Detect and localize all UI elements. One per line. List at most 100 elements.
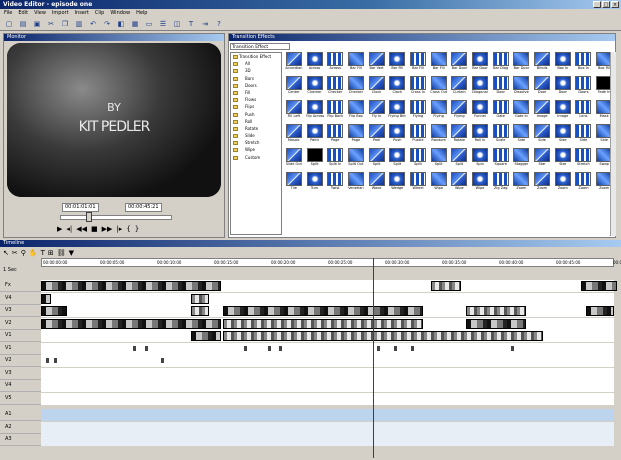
effect-category-dropdown[interactable]: Transition Effect xyxy=(230,43,290,50)
keyframe-marker[interactable] xyxy=(54,358,57,363)
tree-item[interactable]: Flips xyxy=(231,103,281,110)
tree-item[interactable]: 3D xyxy=(231,67,281,74)
redo-icon[interactable]: ↷ xyxy=(101,17,113,30)
effect-tile[interactable]: Checker xyxy=(346,76,366,99)
menu-clip[interactable]: Clip xyxy=(95,9,104,17)
effect-tile[interactable]: Bar Fill xyxy=(429,52,449,75)
tree-item[interactable]: Roll xyxy=(231,118,281,125)
effect-tile[interactable]: Across xyxy=(325,52,345,75)
tree-item[interactable]: Doors xyxy=(231,82,281,89)
effect-tile[interactable]: Rotate xyxy=(450,124,470,147)
effect-tile[interactable]: Split xyxy=(367,148,387,171)
effect-tile[interactable]: Push xyxy=(387,124,407,147)
effect-tile[interactable]: Dissolve xyxy=(512,76,532,99)
track-lane[interactable] xyxy=(41,317,614,330)
menu-import[interactable]: Import xyxy=(52,9,69,17)
help-icon[interactable]: ? xyxy=(213,17,225,30)
video-clip[interactable] xyxy=(466,306,526,316)
track-lane[interactable] xyxy=(41,421,614,434)
effect-tile[interactable]: Stretch xyxy=(574,148,594,171)
effect-tile[interactable]: Flying Blind xyxy=(387,100,407,123)
copy-icon[interactable]: ❐ xyxy=(59,17,71,30)
step-back-icon[interactable]: ◂| xyxy=(66,225,72,233)
play-icon[interactable]: ▶ xyxy=(57,225,62,233)
menu-help[interactable]: Help xyxy=(136,9,147,17)
effect-tile[interactable]: Split xyxy=(429,148,449,171)
timeline-track[interactable]: V4 xyxy=(0,380,614,392)
effect-tile[interactable]: Box In xyxy=(553,52,573,75)
track-lane[interactable] xyxy=(41,292,614,305)
effect-tile[interactable]: Diagonal xyxy=(470,76,490,99)
keyframe-marker[interactable] xyxy=(268,345,271,351)
select-tool-icon[interactable]: ↖ xyxy=(3,249,9,257)
effect-tile[interactable]: Cross In xyxy=(408,76,428,99)
export-icon[interactable]: ⇥ xyxy=(199,17,211,30)
title-tool-icon[interactable]: T xyxy=(185,17,197,30)
effect-tile[interactable]: Split xyxy=(408,148,428,171)
effect-tile[interactable]: Wipe xyxy=(429,172,449,195)
effect-tile[interactable]: Across xyxy=(305,52,325,75)
tree-item[interactable]: Slide xyxy=(231,132,281,139)
effect-tile[interactable]: Clock xyxy=(387,76,407,99)
effect-tile[interactable]: Paint xyxy=(305,124,325,147)
effect-tile[interactable]: Split In xyxy=(325,148,345,171)
tree-item[interactable]: Transition Effect xyxy=(231,53,281,60)
effect-tile[interactable]: Fill Left xyxy=(284,100,304,123)
effect-tile[interactable]: Wipe xyxy=(470,172,490,195)
cut-icon[interactable]: ✂ xyxy=(45,17,57,30)
timeline-window-icon[interactable]: ☰ xyxy=(157,17,169,30)
video-clip[interactable] xyxy=(191,293,209,304)
effect-tile[interactable]: Star xyxy=(532,148,552,171)
effect-tile[interactable]: Slide Out xyxy=(284,148,304,171)
close-button[interactable]: × xyxy=(611,1,619,8)
video-clip[interactable] xyxy=(191,306,209,316)
tree-item[interactable]: Push xyxy=(231,111,281,118)
effects-window-icon[interactable]: ◫ xyxy=(171,17,183,30)
timeline-track[interactable]: Fx xyxy=(0,280,617,292)
effect-tile[interactable]: Wipe xyxy=(450,172,470,195)
effect-tile[interactable]: Clock xyxy=(367,76,387,99)
track-lane[interactable] xyxy=(41,280,617,292)
effect-tile[interactable]: Page xyxy=(346,124,366,147)
timeline-track[interactable]: V3 xyxy=(0,305,614,317)
video-clip[interactable] xyxy=(41,281,221,291)
effects-scrollbar[interactable] xyxy=(610,52,616,236)
menu-edit[interactable]: Edit xyxy=(18,9,28,17)
snap-icon[interactable]: ⊞ xyxy=(48,249,54,257)
open-icon[interactable]: ▤ xyxy=(17,17,29,30)
effect-tile[interactable]: Flip Box xyxy=(346,100,366,123)
effect-tile[interactable]: Page xyxy=(325,124,345,147)
effect-tile[interactable]: Accordion xyxy=(284,52,304,75)
menu-file[interactable]: File xyxy=(4,9,12,17)
tree-item[interactable]: Custom xyxy=(231,154,281,161)
effect-tile[interactable]: Funnel xyxy=(470,100,490,123)
timeline-track[interactable]: V4 xyxy=(0,292,614,305)
effect-tile[interactable]: Checker xyxy=(325,76,345,99)
video-clip[interactable] xyxy=(41,306,67,316)
video-clip[interactable] xyxy=(466,318,526,329)
effect-tile[interactable]: Venetian xyxy=(346,172,366,195)
effect-tile[interactable]: Image xyxy=(553,100,573,123)
effect-tile[interactable]: Bar Diag xyxy=(491,52,511,75)
video-clip[interactable] xyxy=(223,318,423,329)
effect-tile[interactable]: Flip Back xyxy=(325,100,345,123)
zoom-level[interactable]: 1 Sec xyxy=(3,267,17,273)
tree-item[interactable]: Fill xyxy=(231,89,281,96)
effect-tile[interactable]: Gate xyxy=(491,100,511,123)
effect-tile[interactable]: Side xyxy=(574,124,594,147)
track-lane[interactable] xyxy=(41,409,614,421)
video-clip[interactable] xyxy=(586,306,614,316)
keyframe-marker[interactable] xyxy=(145,345,148,351)
effect-tile[interactable]: Bar Vert xyxy=(367,52,387,75)
video-clip[interactable] xyxy=(41,318,221,329)
save-icon[interactable]: ▣ xyxy=(31,17,43,30)
hand-tool-icon[interactable]: ✋ xyxy=(29,249,38,257)
timeline-track[interactable]: V3 xyxy=(0,367,614,380)
video-clip[interactable] xyxy=(223,331,543,341)
stop-icon[interactable]: ■ xyxy=(91,225,98,233)
effect-tile[interactable]: Flying xyxy=(429,100,449,123)
effect-tile[interactable]: Bar Fill xyxy=(346,52,366,75)
keyframe-marker[interactable] xyxy=(377,345,380,351)
playhead[interactable] xyxy=(373,258,374,458)
effect-tile[interactable]: Wedge xyxy=(387,172,407,195)
